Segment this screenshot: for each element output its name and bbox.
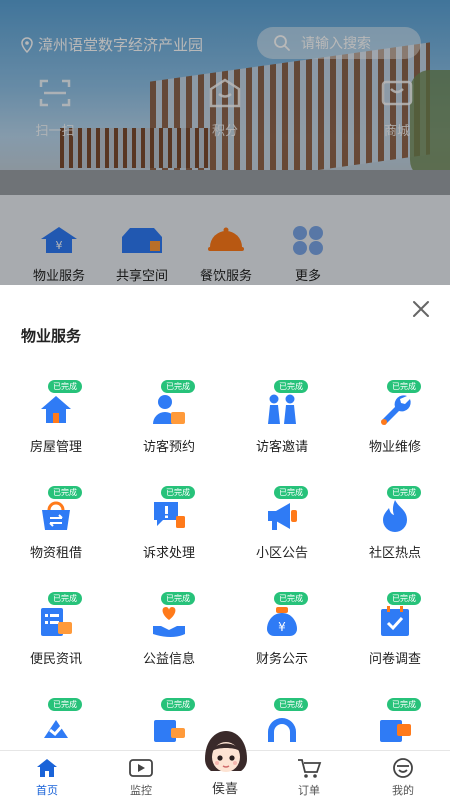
grid-item-visitor-invite[interactable]: 已完成 访客邀请 [226, 380, 338, 460]
status-badge: 已完成 [161, 486, 195, 499]
tab-home[interactable]: 首页 [2, 757, 92, 798]
tab-orders[interactable]: 订单 [264, 757, 354, 798]
status-badge: 已完成 [274, 592, 308, 605]
check-document-icon [44, 720, 68, 738]
grid-item-label: 小区公告 [255, 546, 308, 561]
grid-item-partial[interactable]: 已完成 [339, 698, 450, 750]
status-badge: 已完成 [161, 380, 195, 393]
house-icon [41, 396, 71, 423]
tab-profile[interactable]: 我的 [358, 757, 448, 798]
charity-icon [153, 607, 185, 637]
tab-label: 首页 [36, 784, 58, 797]
profile-icon [393, 758, 413, 778]
status-badge: 已完成 [161, 698, 195, 711]
status-badge: 已完成 [48, 486, 82, 499]
mascot-avatar[interactable] [195, 725, 257, 787]
status-badge: 已完成 [387, 486, 421, 499]
repair-icon [381, 395, 411, 425]
visitor-invite-icon [268, 394, 296, 424]
grid-item-label: 公益信息 [142, 652, 195, 667]
survey-icon [381, 606, 409, 636]
monitor-icon [129, 759, 153, 777]
complaint-icon [154, 502, 185, 528]
report-icon [380, 720, 411, 742]
status-badge: 已完成 [48, 592, 82, 605]
grid-item-announcement[interactable]: 已完成 小区公告 [226, 486, 338, 566]
status-badge: 已完成 [274, 698, 308, 711]
sheet-title: 物业服务 [21, 327, 82, 345]
svg-text:¥: ¥ [278, 620, 286, 634]
grid-item-charity[interactable]: 已完成 公益信息 [113, 592, 225, 672]
grid-item-complaint[interactable]: 已完成 诉求处理 [113, 486, 225, 566]
grid-item-label: 访客邀请 [255, 440, 308, 455]
grid-item-label: 财务公示 [255, 652, 308, 667]
finance-icon: ¥ [267, 607, 297, 636]
grid-item-finance[interactable]: ¥ 已完成 财务公示 [226, 592, 338, 672]
grid-item-rental[interactable]: 已完成 物资租借 [0, 486, 112, 566]
tab-monitor[interactable]: 监控 [96, 757, 186, 798]
status-badge: 已完成 [48, 698, 82, 711]
grid-item-survey[interactable]: 已完成 问卷调查 [339, 592, 450, 672]
grid-item-label: 社区热点 [368, 546, 421, 561]
grid-item-label: 问卷调查 [368, 652, 421, 667]
news-icon [41, 608, 72, 636]
close-icon[interactable] [410, 298, 432, 320]
grid-item-house[interactable]: 已完成 房屋管理 [0, 380, 112, 460]
grid-item-news[interactable]: 已完成 便民资讯 [0, 592, 112, 672]
visitor-booking-icon [153, 395, 185, 424]
grid-item-label: 便民资讯 [29, 652, 82, 667]
grid-item-partial[interactable]: 已完成 [0, 698, 112, 750]
grid-item-label: 诉求处理 [142, 546, 195, 561]
tab-label: 我的 [392, 784, 414, 797]
status-badge: 已完成 [161, 592, 195, 605]
grid-item-label: 访客预约 [142, 440, 195, 455]
announcement-icon [268, 503, 297, 530]
status-badge: 已完成 [387, 592, 421, 605]
status-badge: 已完成 [387, 380, 421, 393]
status-badge: 已完成 [387, 698, 421, 711]
grid-item-hot-topic[interactable]: 已完成 社区热点 [339, 486, 450, 566]
grid-item-label: 房屋管理 [29, 440, 82, 455]
hot-topic-icon [383, 500, 407, 532]
status-badge: 已完成 [274, 486, 308, 499]
grid-item-visitor-booking[interactable]: 已完成 访客预约 [113, 380, 225, 460]
grid-item-label: 物业维修 [368, 440, 421, 455]
status-badge: 已完成 [274, 380, 308, 393]
cart-icon [298, 759, 322, 778]
status-badge: 已完成 [48, 380, 82, 393]
modal-overlay[interactable] [0, 0, 450, 285]
grid-item-label: 物资租借 [29, 546, 82, 561]
tab-label: 监控 [130, 784, 152, 797]
home-icon [37, 759, 57, 777]
property-service-sheet: 物业服务 已完成 房屋管理 已完成 访客预约 已完成 访客邀请 已完成 物业维修… [0, 285, 450, 750]
tab-label: 订单 [298, 784, 320, 797]
grid-item-repair[interactable]: 已完成 物业维修 [339, 380, 450, 460]
arch-icon [268, 718, 296, 742]
rental-icon [42, 501, 70, 530]
document-icon [154, 720, 185, 742]
